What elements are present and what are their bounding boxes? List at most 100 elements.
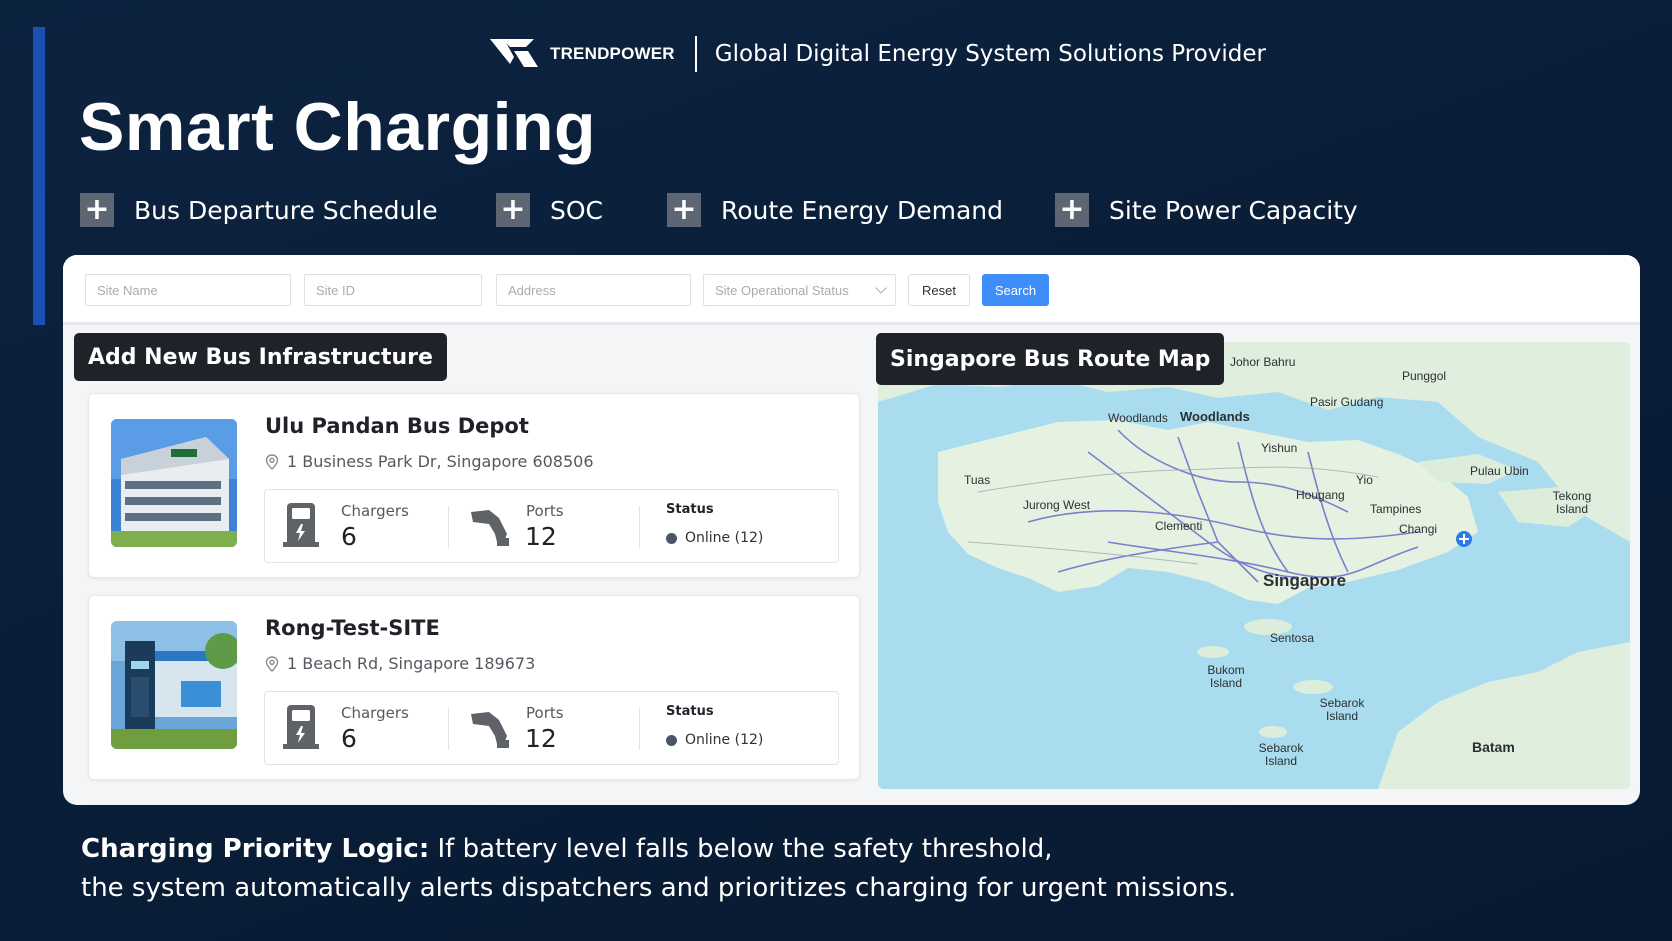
map-label-tekong: Tekong Island (1552, 489, 1592, 517)
stat-divider (448, 506, 449, 548)
site-id-input[interactable]: Site ID (304, 274, 482, 306)
map-canvas (878, 342, 1630, 789)
site-stats: Chargers 6 Ports 12 Status Online (12) (264, 489, 839, 563)
status-label: Status (666, 704, 714, 719)
charging-plug-icon (471, 510, 509, 546)
stat-divider (639, 708, 640, 750)
filter-bar: Site Name Site ID Address Site Operation… (63, 255, 1640, 325)
location-pin-icon (265, 453, 279, 470)
map-label-sentosa: Sentosa (1270, 631, 1315, 645)
map-label-woodlands: Woodlands (1108, 411, 1168, 425)
map-label-tampines: Tampines (1370, 502, 1422, 516)
map-label-batam: Batam (1472, 739, 1515, 755)
station-photo (111, 621, 237, 749)
site-address: 1 Beach Rd, Singapore 189673 (265, 654, 535, 673)
brand-name: TRENDPOWER (550, 44, 675, 63)
map-label-pulau-ubin: Pulau Ubin (1470, 464, 1529, 478)
brand-divider (694, 36, 697, 72)
site-stats: Chargers 6 Ports 12 Status Online (12) (264, 691, 839, 765)
charger-icon (283, 503, 319, 547)
charger-icon (283, 705, 319, 749)
map-label-woodlands-bold: Woodlands (1180, 409, 1250, 424)
status-text: Online (12) (685, 732, 764, 748)
route-map-tag: Singapore Bus Route Map (876, 333, 1225, 385)
status-value: Online (12) (666, 530, 763, 546)
map-label-jurong-west: Jurong West (1023, 498, 1091, 512)
page-title: Smart Charging (79, 89, 597, 165)
status-text: Online (12) (685, 530, 764, 546)
site-name: Ulu Pandan Bus Depot (265, 414, 529, 438)
site-card[interactable]: Rong-Test-SITE 1 Beach Rd, Singapore 189… (88, 595, 860, 780)
map-label-hougang: Hougang (1296, 488, 1345, 502)
map-label-singapore: Singapore (1263, 571, 1347, 590)
chevron-down-icon (875, 282, 887, 294)
ports-value: 12 (525, 724, 557, 753)
map-label-yio: Yio (1356, 473, 1373, 487)
address-input[interactable]: Address (496, 274, 691, 306)
status-value: Online (12) (666, 732, 763, 748)
plus-icon: + (667, 193, 701, 227)
map-label-johor-bahru: Johor Bahru (1230, 355, 1296, 369)
plus-icon: + (80, 193, 114, 227)
map-label-sebarok: Sebarok Island (1258, 741, 1304, 769)
chargers-stat: Chargers 6 (265, 490, 455, 562)
accent-bar (33, 27, 45, 325)
site-name: Rong-Test-SITE (265, 616, 440, 640)
status-stat: Status Online (12) (641, 692, 837, 764)
map-label-clementi: Clementi (1155, 519, 1203, 533)
feature-bus-departure-schedule: + Bus Departure Schedule (80, 192, 438, 228)
feature-route-energy-demand: + Route Energy Demand (667, 192, 1003, 228)
map-label-yishun: Yishun (1261, 441, 1298, 455)
site-address-text: 1 Business Park Dr, Singapore 608506 (287, 452, 594, 471)
feature-site-power-capacity: + Site Power Capacity (1055, 192, 1358, 228)
status-dot-icon (666, 734, 677, 746)
map-label-tuas: Tuas (964, 473, 991, 487)
footer-line-2: the system automatically alerts dispatch… (81, 873, 1237, 903)
chargers-label: Chargers (341, 502, 409, 520)
plus-icon: + (496, 193, 530, 227)
ports-label: Ports (526, 704, 564, 722)
chargers-value: 6 (341, 522, 357, 551)
chargers-value: 6 (341, 724, 357, 753)
footer-note: Charging Priority Logic: If battery leve… (81, 830, 1236, 908)
footer-text-1: If battery level falls below the safety … (437, 834, 1053, 864)
site-status-select[interactable]: Site Operational Status (703, 274, 896, 306)
charging-station-image (111, 621, 237, 749)
location-pin-icon (265, 655, 279, 672)
map-label-punggol: Punggol (1402, 369, 1447, 383)
map-label-sebarok-east: Sebarok Island (1319, 696, 1365, 724)
reset-button[interactable]: Reset (908, 274, 970, 306)
app-panel: Site Name Site ID Address Site Operation… (63, 255, 1640, 805)
chargers-stat: Chargers 6 (265, 692, 455, 764)
ports-label: Ports (526, 502, 564, 520)
map-label-bukom: Bukom Island (1207, 663, 1245, 691)
ports-stat: Ports 12 (457, 692, 637, 764)
status-stat: Status Online (12) (641, 490, 837, 562)
footer-lead: Charging Priority Logic: (81, 834, 430, 864)
ports-stat: Ports 12 (457, 490, 637, 562)
depot-photo (111, 419, 237, 547)
feature-label: Route Energy Demand (721, 195, 1004, 225)
feature-label: Site Power Capacity (1109, 195, 1358, 225)
feature-label: SOC (550, 195, 604, 225)
site-card[interactable]: Ulu Pandan Bus Depot 1 Business Park Dr,… (88, 393, 860, 578)
bus-route-map[interactable]: Johor Bahru Punggol Woodlands Woodlands … (878, 342, 1630, 789)
charging-plug-icon (471, 712, 509, 748)
feature-soc: + SOC (496, 192, 603, 228)
footer-line-1: Charging Priority Logic: If battery leve… (81, 830, 1236, 869)
feature-label: Bus Departure Schedule (134, 195, 438, 225)
stat-divider (448, 708, 449, 750)
map-label-pasir-gudang: Pasir Gudang (1310, 395, 1384, 409)
search-button[interactable]: Search (982, 274, 1049, 306)
site-address: 1 Business Park Dr, Singapore 608506 (265, 452, 594, 471)
status-dot-icon (666, 532, 677, 544)
map-label-changi: Changi (1399, 522, 1438, 536)
site-name-input[interactable]: Site Name (85, 274, 291, 306)
add-infrastructure-tag[interactable]: Add New Bus Infrastructure (74, 333, 447, 381)
site-status-placeholder: Site Operational Status (715, 282, 849, 298)
plus-icon: + (1055, 193, 1089, 227)
depot-building-image (111, 419, 237, 547)
ports-value: 12 (525, 522, 557, 551)
trendpower-logo-icon (490, 39, 538, 67)
brand-header: TRENDPOWER Global Digital Energy System … (490, 34, 1266, 74)
